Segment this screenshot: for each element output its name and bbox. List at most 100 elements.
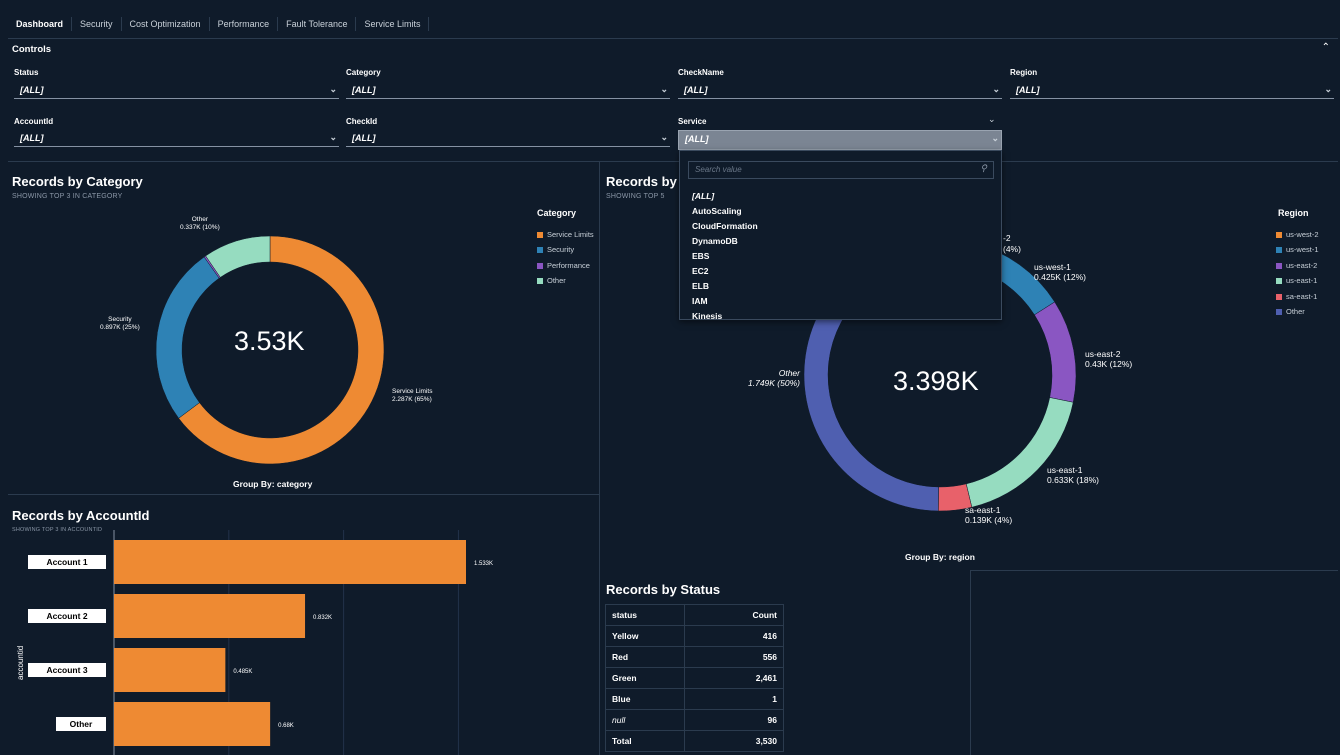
slice-label-us-west-2-partial-2: (4%): [1003, 244, 1021, 254]
dropdown-option[interactable]: Kinesis: [692, 311, 722, 319]
tab-performance[interactable]: Performance: [210, 17, 279, 31]
region-filter-label: Region: [1010, 68, 1038, 77]
status-filter-label: Status: [14, 68, 39, 77]
bar-account-1[interactable]: [114, 540, 466, 584]
empty-panel-divider: [970, 570, 971, 755]
search-icon: ⚲: [980, 163, 987, 173]
column-header-status[interactable]: status: [605, 604, 685, 626]
region-donut-total: 3.398K: [893, 366, 979, 396]
chevron-down-icon: ⌄: [329, 84, 337, 94]
dropdown-option[interactable]: AutoScaling: [692, 206, 742, 216]
donut-slice-us-east-1[interactable]: [965, 397, 1074, 508]
bar-data-label: 0.485K: [233, 669, 252, 675]
category-panel-title: Records by Category: [12, 174, 143, 189]
bar-data-label: 0.832K: [313, 615, 332, 621]
category-group-by: Group By: category: [233, 479, 313, 489]
slice-label-us-east-1: us-east-1 0.633K (18%): [1047, 465, 1099, 485]
category-filter-select[interactable]: [ALL] ⌄: [346, 82, 670, 99]
table-row: Blue 1: [605, 688, 784, 710]
table-row: Red 556: [605, 646, 784, 668]
region-panel-title: Records by R: [606, 174, 690, 189]
y-tick-label: Other: [56, 717, 106, 731]
checkid-filter-select[interactable]: [ALL] ⌄: [346, 130, 670, 147]
region-legend-title: Region: [1278, 208, 1309, 218]
tab-cost-optimization[interactable]: Cost Optimization: [122, 17, 210, 31]
controls-title: Controls: [12, 44, 52, 55]
bar-other[interactable]: [114, 702, 271, 746]
status-cell: Blue: [605, 688, 685, 710]
dropdown-option[interactable]: ELB: [692, 281, 709, 291]
slice-label-service-limits: Service Limits 2.287K (65%): [392, 388, 433, 403]
dropdown-option[interactable]: DynamoDB: [692, 236, 738, 246]
dropdown-option[interactable]: EC2: [692, 266, 709, 276]
bar-account-2[interactable]: [114, 594, 306, 638]
dropdown-option[interactable]: IAM: [692, 296, 708, 306]
legend-item-service-limits[interactable]: Service Limits: [537, 230, 594, 239]
count-cell: 1: [684, 688, 784, 710]
sheet-tabs: Dashboard Security Cost Optimization Per…: [8, 10, 1338, 39]
legend-item-performance[interactable]: Performance: [537, 261, 590, 270]
status-cell: null: [605, 709, 685, 731]
service-filter-select[interactable]: [ALL] ⌄: [678, 130, 1002, 150]
accountid-filter-select[interactable]: [ALL] ⌄: [14, 130, 339, 147]
tab-fault-tolerance[interactable]: Fault Tolerance: [278, 17, 357, 31]
status-table: status Count Yellow 416 Red 556 Green 2,461…: [605, 604, 784, 752]
bar-data-label: 0.68K: [278, 723, 294, 729]
table-row: Green 2,461: [605, 667, 784, 689]
dropdown-option-all[interactable]: [ALL]: [692, 191, 714, 201]
donut-slice-security[interactable]: [155, 256, 220, 419]
dropdown-option[interactable]: CloudFormation: [692, 221, 758, 231]
column-header-count[interactable]: Count: [684, 604, 784, 626]
legend-item-us-west-1[interactable]: us-west-1: [1276, 245, 1319, 254]
table-row: Total 3,530: [605, 730, 784, 752]
donut-slice-us-east-2[interactable]: [1034, 301, 1077, 403]
bar-account-3[interactable]: [114, 648, 226, 692]
accountid-filter-label: AccountId: [14, 117, 54, 126]
y-tick-label: Account 1: [28, 555, 106, 569]
status-panel-title: Records by Status: [606, 582, 721, 597]
chevron-down-icon[interactable]: ⌄: [988, 114, 996, 125]
count-cell: 416: [684, 625, 784, 647]
legend-item-us-west-2[interactable]: us-west-2: [1276, 230, 1319, 239]
chevron-down-icon: ⌄: [991, 133, 999, 143]
category-donut-total: 3.53K: [234, 326, 305, 356]
status-cell: Red: [605, 646, 685, 668]
count-cell: 96: [684, 709, 784, 731]
empty-panel-top: [970, 570, 1338, 571]
tab-dashboard[interactable]: Dashboard: [8, 17, 73, 31]
region-filter-select[interactable]: [ALL] ⌄: [1010, 82, 1334, 99]
status-cell: Yellow: [605, 625, 685, 647]
count-cell: 2,461: [684, 667, 784, 689]
count-cell: 556: [684, 646, 784, 668]
legend-item-us-east-2[interactable]: us-east-2: [1276, 261, 1317, 270]
checkid-filter-label: CheckId: [346, 117, 378, 126]
y-tick-label: Account 3: [28, 663, 106, 677]
dropdown-search-input[interactable]: Search value ⚲: [688, 161, 994, 179]
dropdown-option[interactable]: EBS: [692, 251, 709, 261]
legend-item-sa-east-1[interactable]: sa-east-1: [1276, 292, 1317, 301]
legend-item-us-east-1[interactable]: us-east-1: [1276, 276, 1317, 285]
chevron-down-icon: ⌄: [1324, 84, 1332, 94]
category-panel-subtitle: SHOWING TOP 3 IN CATEGORY: [12, 193, 123, 200]
table-row: null 96: [605, 709, 784, 731]
legend-item-security[interactable]: Security: [537, 245, 574, 254]
legend-item-other[interactable]: Other: [1276, 307, 1305, 316]
chevron-up-icon[interactable]: ⌃: [1322, 42, 1330, 53]
tab-service-limits[interactable]: Service Limits: [356, 17, 430, 31]
slice-label-us-west-1: us-west-1 0.425K (12%): [1034, 262, 1086, 282]
account-panel-title: Records by AccountId: [12, 508, 150, 523]
legend-item-other[interactable]: Other: [537, 276, 566, 285]
service-filter-label: Service: [678, 117, 707, 126]
bar-data-label: 1.533K: [474, 561, 493, 567]
category-legend-title: Category: [537, 208, 577, 218]
checkname-filter-label: CheckName: [678, 68, 724, 77]
slice-label-security: Security 0.897K (25%): [100, 316, 140, 331]
tab-security[interactable]: Security: [72, 17, 122, 31]
checkname-filter-select[interactable]: [ALL] ⌄: [678, 82, 1002, 99]
status-cell: Total: [605, 730, 685, 752]
slice-label-us-west-2-partial-1: -2: [1003, 233, 1011, 243]
left-panel-divider: [8, 494, 599, 495]
slice-label-other: Other 1.749K (50%): [748, 368, 800, 388]
status-filter-select[interactable]: [ALL] ⌄: [14, 82, 339, 99]
region-group-by: Group By: region: [905, 552, 975, 562]
